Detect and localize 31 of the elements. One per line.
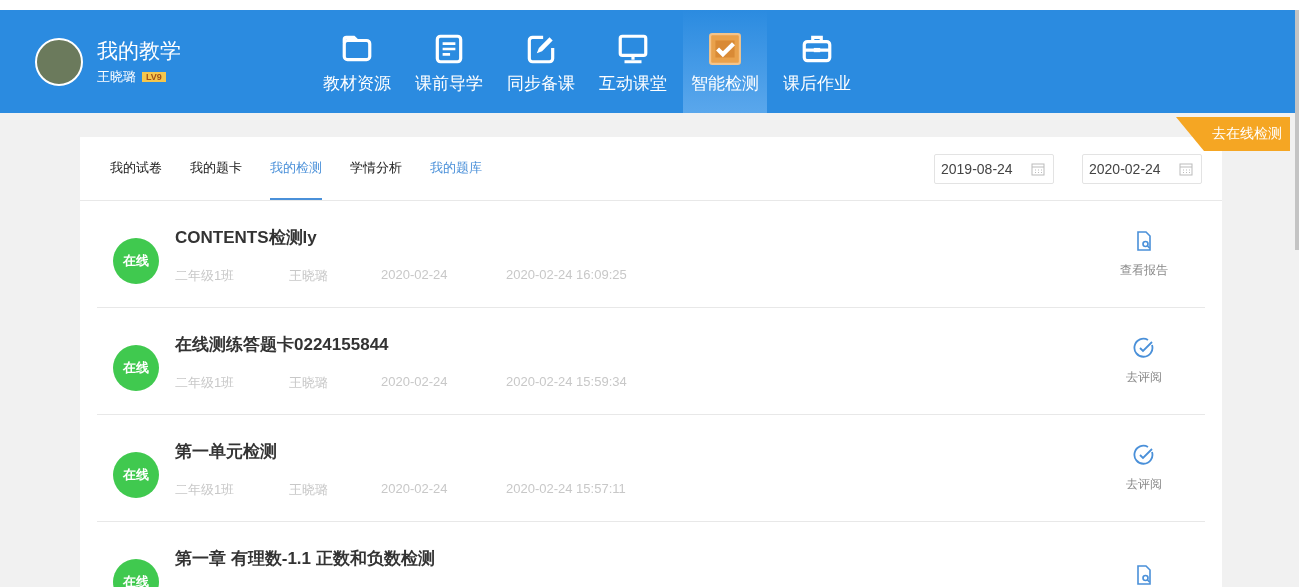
check-circle-icon[interactable] [1133,336,1155,359]
status-badge: 在线 [113,452,159,498]
app-title: 我的教学 [97,38,181,64]
test-title: 第一单元检测 [175,440,278,463]
checkbox-icon [708,32,742,66]
tab-link[interactable]: 我的题库 [430,137,482,200]
tab[interactable]: 我的试卷 [110,137,162,200]
test-title: 第一章 有理数-1.1 正数和负数检测 [175,547,436,570]
tab[interactable]: 我的题卡 [190,137,242,200]
action-link[interactable]: 去评阅 [1126,368,1162,386]
action-link[interactable]: 查看报告 [1120,261,1168,279]
date-field[interactable]: 2020-02-24 [1082,153,1202,184]
action-link[interactable]: 去评阅 [1126,475,1162,493]
tab[interactable]: 我的检测 [270,137,322,200]
nav-item[interactable]: 课后作业 [775,10,859,113]
status-badge: 在线 [113,345,159,391]
check-circle-icon[interactable] [1133,443,1155,466]
tab[interactable]: 学情分析 [350,137,402,200]
nav-item[interactable]: 同步备课 [499,10,583,113]
user-name: 王晓璐 [97,68,136,86]
avatar[interactable] [35,37,83,86]
nav-item[interactable]: 教材资源 [315,10,399,113]
status-badge: 在线 [113,238,159,284]
test-title: 在线测练答题卡0224155844 [175,333,390,356]
test-title: CONTENTS检测ly [175,226,318,249]
date-field[interactable]: 2019-08-24 [934,153,1054,184]
nav-item[interactable]: 互动课堂 [591,10,675,113]
nav-item[interactable]: 课前导学 [407,10,491,113]
monitor-icon [616,32,650,66]
online-test-ribbon[interactable]: 去在线检测 [1176,117,1290,151]
level-badge: LV9 [142,72,166,82]
